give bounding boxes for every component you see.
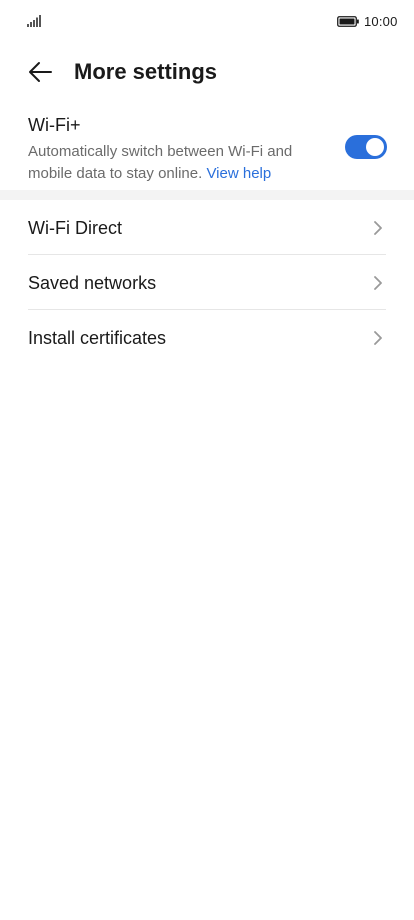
page-title: More settings (74, 59, 218, 84)
wifi-plus-toggle[interactable] (345, 135, 387, 159)
back-button[interactable] (22, 54, 58, 90)
chevron-right-icon (374, 331, 382, 345)
status-bar: 10:00 (0, 0, 414, 44)
section-divider (0, 190, 414, 200)
list-item-install-certificates[interactable]: Install certificates (0, 310, 414, 365)
wifi-plus-description: Automatically switch between Wi-Fi and m… (28, 141, 328, 185)
list-item-label: Install certificates (28, 328, 167, 348)
list-item-label: Wi-Fi Direct (28, 218, 122, 238)
list-item-label: Saved networks (28, 273, 157, 293)
settings-list: Wi-Fi Direct Saved networks Install cert… (0, 200, 414, 365)
status-time: 10:00 (364, 14, 398, 29)
list-item-saved-networks[interactable]: Saved networks (0, 255, 414, 310)
signal-icon (27, 15, 41, 27)
wifi-plus-title: Wi-Fi+ (28, 115, 81, 135)
battery-icon (337, 16, 359, 27)
arrow-left-icon (29, 62, 52, 82)
toggle-knob (366, 138, 384, 156)
header: More settings (0, 44, 414, 100)
view-help-link[interactable]: View help (206, 165, 271, 182)
chevron-right-icon (374, 276, 382, 290)
chevron-right-icon (374, 221, 382, 235)
wifi-plus-setting: Wi-Fi+ Automatically switch between Wi-F… (0, 112, 414, 190)
list-item-wifi-direct[interactable]: Wi-Fi Direct (0, 200, 414, 255)
